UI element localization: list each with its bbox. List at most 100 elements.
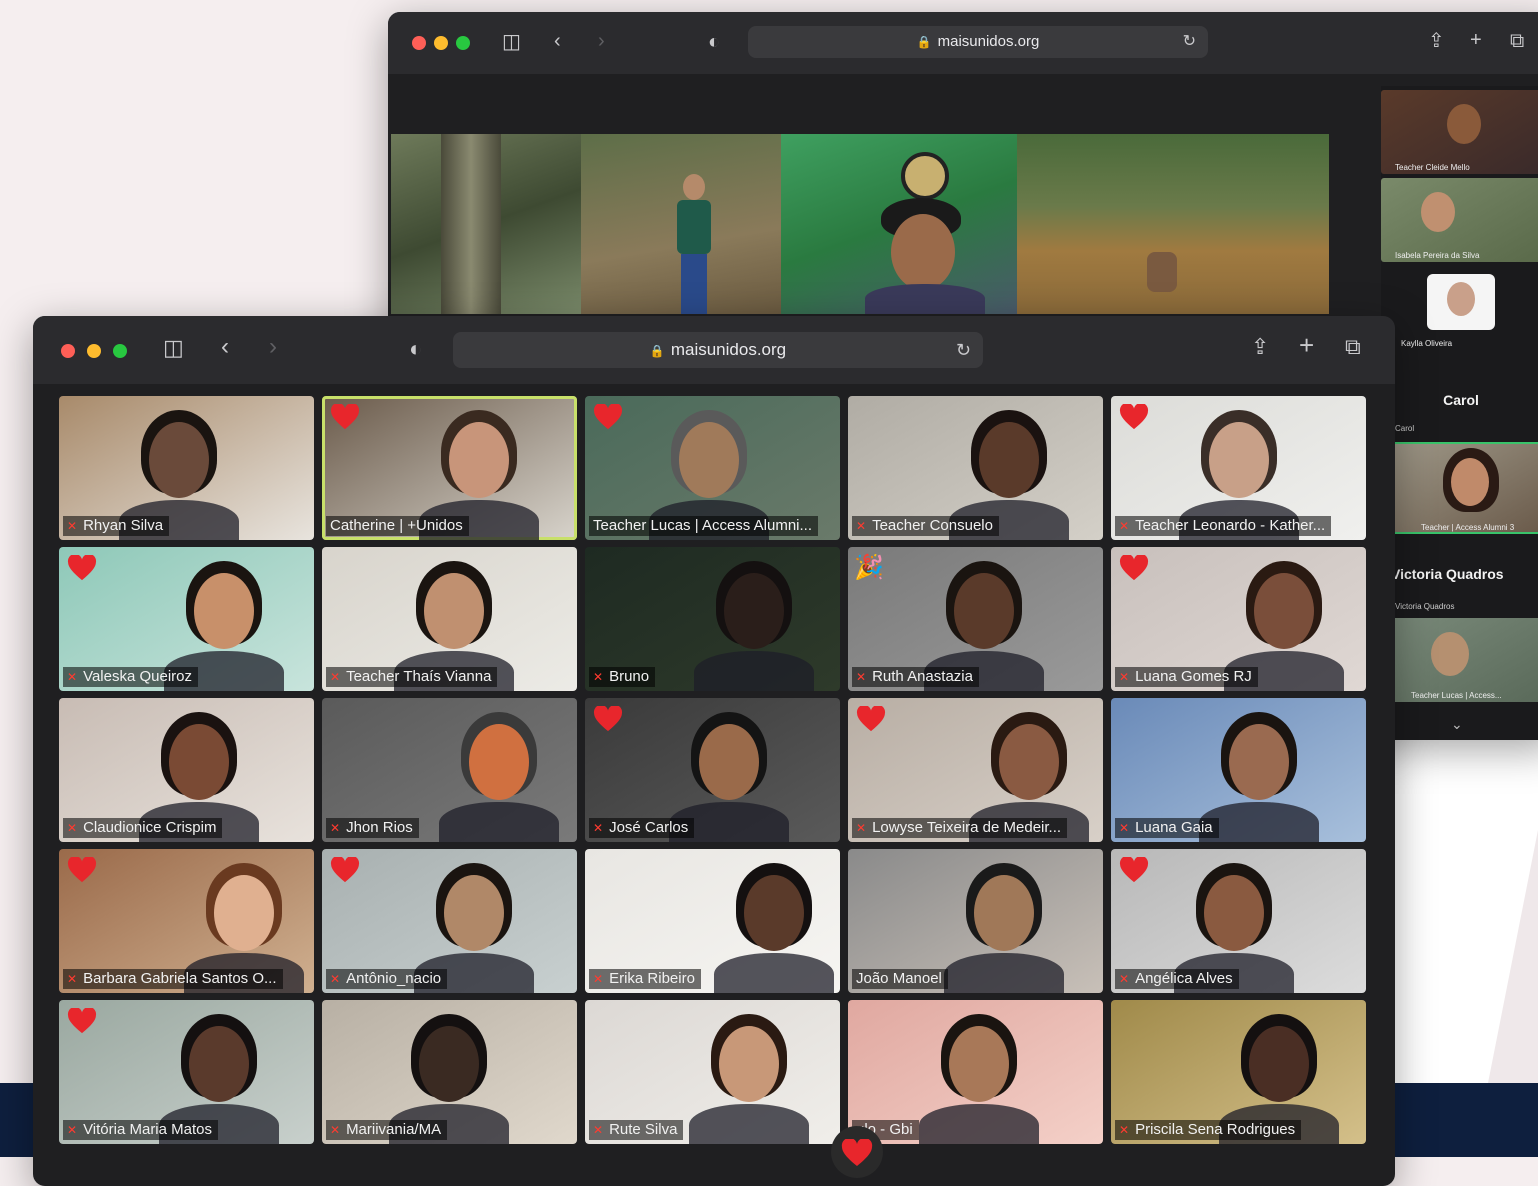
muted-mic-icon: ✕ [67, 972, 78, 986]
participant-name: Kaylla Oliveira [1401, 339, 1453, 348]
participant-body [714, 953, 834, 993]
tab-overview-icon[interactable]: ⧉ [1345, 336, 1361, 358]
participant-tile[interactable]: ✕ Teacher Thaís Vianna [322, 547, 577, 691]
participant-name: Antônio_nacio [346, 970, 442, 987]
participant-face [424, 573, 484, 649]
participant-name-tag: ✕ José Carlos [589, 818, 695, 838]
muted-mic-icon: ✕ [593, 1123, 604, 1137]
back-icon[interactable]: ‹ [221, 335, 229, 359]
participant-tile[interactable]: ✕ Lowyse Teixeira de Medeir... [848, 698, 1103, 842]
heart-reaction-icon [856, 704, 886, 732]
participant-tile[interactable]: ✕ Teacher Leonardo - Kather... [1111, 396, 1366, 540]
browser-toolbar: ◫ ‹ › ◐ 🔒 maisunidos.org ↻ ⇪ + ⧉ [388, 12, 1538, 74]
participant-tile[interactable]: ✕ Priscila Sena Rodrigues [1111, 1000, 1366, 1144]
participant-name: Bruno [609, 668, 650, 685]
privacy-shield-icon[interactable]: ◐ [409, 338, 422, 360]
url-bar[interactable]: 🔒 maisunidos.org ↻ [453, 332, 983, 368]
url-text: maisunidos.org [937, 33, 1040, 50]
participant-body [944, 953, 1064, 993]
participant-face [469, 724, 529, 800]
party-popper-icon: 🎉 [854, 554, 884, 581]
maximize-window-button[interactable] [113, 344, 127, 358]
participant-tile[interactable]: 🎉 ✕ Ruth Anastazia [848, 547, 1103, 691]
participant-name: Victoria Quadros [1395, 602, 1455, 611]
participant-name: Lowyse Teixeira de Medeir... [872, 819, 1062, 836]
participant-body [919, 1104, 1039, 1144]
participant-tile[interactable]: ✕ Jhon Rios [322, 698, 577, 842]
participant-tile[interactable]: João Manoel [848, 849, 1103, 993]
participant-tile[interactable]: ✕ Bruno [585, 547, 840, 691]
minimize-window-button[interactable] [87, 344, 101, 358]
participant-tile[interactable]: ulo - Gbi [848, 1000, 1103, 1144]
participant-tile[interactable]: ✕ Erika Ribeiro [585, 849, 840, 993]
tab-overview-icon[interactable]: ⧉ [1510, 31, 1524, 51]
participant-name-tag: ✕ Teacher Consuelo [852, 516, 999, 536]
sidebar-participant-tile[interactable]: Teacher Lucas | Access... [1381, 618, 1538, 702]
sidebar-toggle-icon[interactable]: ◫ [163, 337, 184, 359]
participant-face [214, 875, 274, 951]
participant-tile[interactable]: ✕ Rute Silva [585, 1000, 840, 1144]
muted-mic-icon: ✕ [1119, 821, 1130, 835]
participant-face [744, 875, 804, 951]
participant-tile[interactable]: ✕ Luana Gaia [1111, 698, 1366, 842]
sidebar-participant-tile[interactable]: Teacher | Access Alumni 3 [1381, 442, 1538, 534]
participant-tile[interactable]: ✕ Teacher Consuelo [848, 396, 1103, 540]
sidebar-participant-tile[interactable]: Isabela Pereira da Silva [1381, 178, 1538, 262]
participant-tile[interactable]: ✕ Barbara Gabriela Santos O... [59, 849, 314, 993]
participant-tile[interactable]: ✕ Claudionice Crispim [59, 698, 314, 842]
forward-icon[interactable]: › [598, 31, 605, 51]
participant-face [974, 875, 1034, 951]
reload-icon[interactable]: ↻ [1183, 26, 1196, 58]
close-window-button[interactable] [61, 344, 75, 358]
participant-tile[interactable]: ✕ Antônio_nacio [322, 849, 577, 993]
participant-face [1229, 724, 1289, 800]
participant-name-tag: ✕ Luana Gomes RJ [1115, 667, 1258, 687]
participant-tile[interactable]: ✕ Angélica Alves [1111, 849, 1366, 993]
new-tab-icon[interactable]: + [1299, 332, 1314, 358]
sidebar-participant-tile[interactable]: Teacher Cleide Mello [1381, 90, 1538, 174]
violinist-photo [581, 134, 781, 314]
reload-icon[interactable]: ↻ [956, 332, 971, 368]
browser-window-front: ◫ ‹ › ◐ 🔒 maisunidos.org ↻ ⇪ + ⧉ ✕ Rhyan S… [33, 316, 1395, 1186]
shared-screen [391, 134, 1329, 314]
participant-face [194, 573, 254, 649]
participant-tile[interactable]: ✕ Rhyan Silva [59, 396, 314, 540]
muted-mic-icon: ✕ [67, 519, 78, 533]
heart-reaction-icon [841, 1139, 873, 1166]
privacy-shield-icon[interactable]: ◐ [708, 32, 720, 52]
participant-tile[interactable]: ✕ Valeska Queiroz [59, 547, 314, 691]
participant-tile[interactable]: ✕ Mariivania/MA [322, 1000, 577, 1144]
close-window-button[interactable] [412, 36, 426, 50]
lock-icon: 🔒 [649, 344, 665, 358]
share-icon[interactable]: ⇪ [1251, 336, 1269, 358]
participant-tile[interactable]: ✕ Luana Gomes RJ [1111, 547, 1366, 691]
maximize-window-button[interactable] [456, 36, 470, 50]
sidebar-toggle-icon[interactable]: ◫ [502, 32, 521, 52]
participant-name: Erika Ribeiro [609, 970, 695, 987]
participant-face [149, 422, 209, 498]
participant-tile[interactable]: ✕ José Carlos [585, 698, 840, 842]
scroll-down-chevron-icon[interactable]: ⌄ [1451, 716, 1463, 733]
participant-name: Teacher Leonardo - Kather... [1135, 517, 1326, 534]
participant-name-tag: ✕ Teacher Leonardo - Kather... [1115, 516, 1332, 536]
participant-name-tag: ✕ Jhon Rios [326, 818, 419, 838]
url-bar[interactable]: 🔒 maisunidos.org ↻ [748, 26, 1208, 58]
back-icon[interactable]: ‹ [554, 31, 561, 51]
participant-name-tag: ✕ Lowyse Teixeira de Medeir... [852, 818, 1068, 838]
participant-name: Luana Gomes RJ [1135, 668, 1252, 685]
minimize-window-button[interactable] [434, 36, 448, 50]
participant-face [954, 573, 1014, 649]
participant-tile[interactable]: ✕ Vitória Maria Matos [59, 1000, 314, 1144]
participant-name: Rhyan Silva [83, 517, 164, 534]
new-tab-icon[interactable]: + [1470, 30, 1482, 50]
participant-name-tag: ✕ Teacher Thaís Vianna [326, 667, 498, 687]
participant-sidebar: Teacher Cleide Mello Isabela Pereira da … [1381, 86, 1538, 740]
share-icon[interactable]: ⇪ [1428, 31, 1445, 51]
sidebar-participant-tile[interactable]: Kaylla Oliveira [1381, 266, 1538, 350]
heart-reaction-icon [330, 855, 360, 883]
forward-icon[interactable]: › [269, 335, 277, 359]
participant-name-tag: Teacher Lucas | Access Alumni... [589, 516, 819, 536]
participant-tile[interactable]: Catherine | +Unidos [322, 396, 577, 540]
participant-name: Catherine | +Unidos [330, 517, 463, 534]
participant-tile[interactable]: Teacher Lucas | Access Alumni... [585, 396, 840, 540]
